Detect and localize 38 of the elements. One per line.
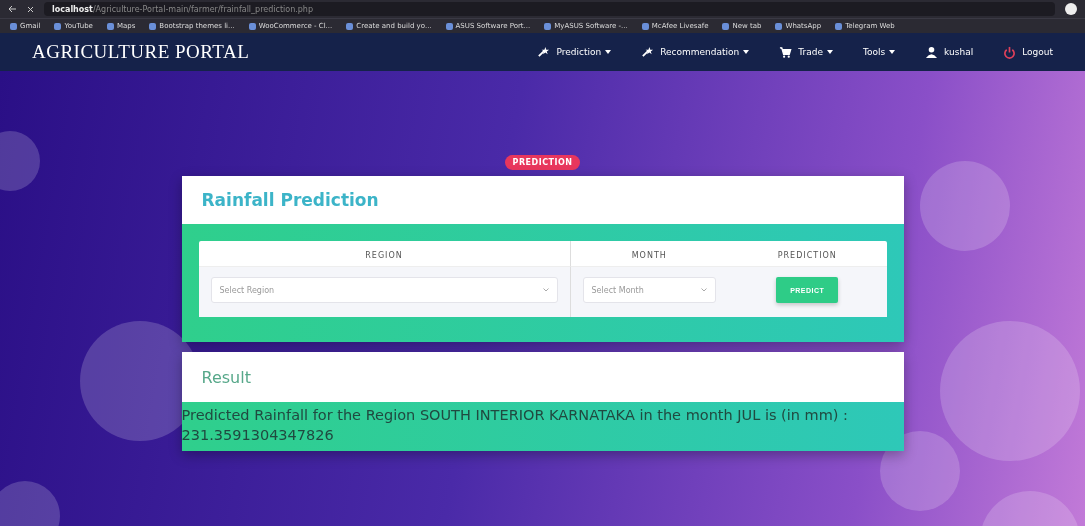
address-bar[interactable]: localhost/Agriculture-Portal-main/farmer/frainfall_prediction.php <box>44 2 1055 16</box>
favicon-icon <box>106 22 114 30</box>
nav-dropdown[interactable]: Trade <box>798 47 833 57</box>
chevron-down-icon <box>701 288 707 292</box>
favicon-icon <box>722 22 730 30</box>
cart-icon <box>779 45 793 59</box>
wand-icon <box>641 45 655 59</box>
brand-logo[interactable]: AGRICULTURE PORTAL <box>32 41 538 63</box>
favicon-icon <box>445 22 453 30</box>
card-title: Result <box>201 367 251 387</box>
profile-icon[interactable] <box>1065 3 1077 15</box>
result-text: Predicted Rainfall for the Region SOUTH INTERIOR KARNATAKA in the month JUL is (in mm) : 231.3591304347826 <box>181 402 904 451</box>
caret-icon <box>605 50 612 54</box>
favicon-icon <box>641 22 649 30</box>
caret-icon <box>826 50 833 54</box>
favicon-icon <box>54 22 62 30</box>
user-icon <box>925 45 939 59</box>
favicon-icon <box>775 22 783 30</box>
caret-icon <box>889 50 896 54</box>
nav-link[interactable]: kushal <box>944 47 974 57</box>
favicon-icon <box>248 22 256 30</box>
nav-link[interactable]: Logout <box>1022 47 1053 57</box>
nav-dropdown[interactable]: Prediction <box>556 47 612 57</box>
close-icon[interactable] <box>27 5 34 13</box>
favicon-icon <box>10 22 17 30</box>
back-icon[interactable] <box>8 5 17 13</box>
card-title: Rainfall Prediction <box>201 190 379 210</box>
caret-icon <box>743 50 750 54</box>
wand-icon <box>537 45 551 59</box>
section-badge: PREDICTION <box>504 155 581 170</box>
favicon-icon <box>149 22 157 30</box>
nav-dropdown[interactable]: Recommendation <box>660 47 750 57</box>
favicon-icon <box>835 22 843 30</box>
chevron-down-icon <box>542 288 549 292</box>
favicon-icon <box>346 22 354 30</box>
favicon-icon <box>544 22 552 30</box>
nav-dropdown[interactable]: Tools <box>862 47 896 57</box>
power-icon <box>1003 45 1017 59</box>
